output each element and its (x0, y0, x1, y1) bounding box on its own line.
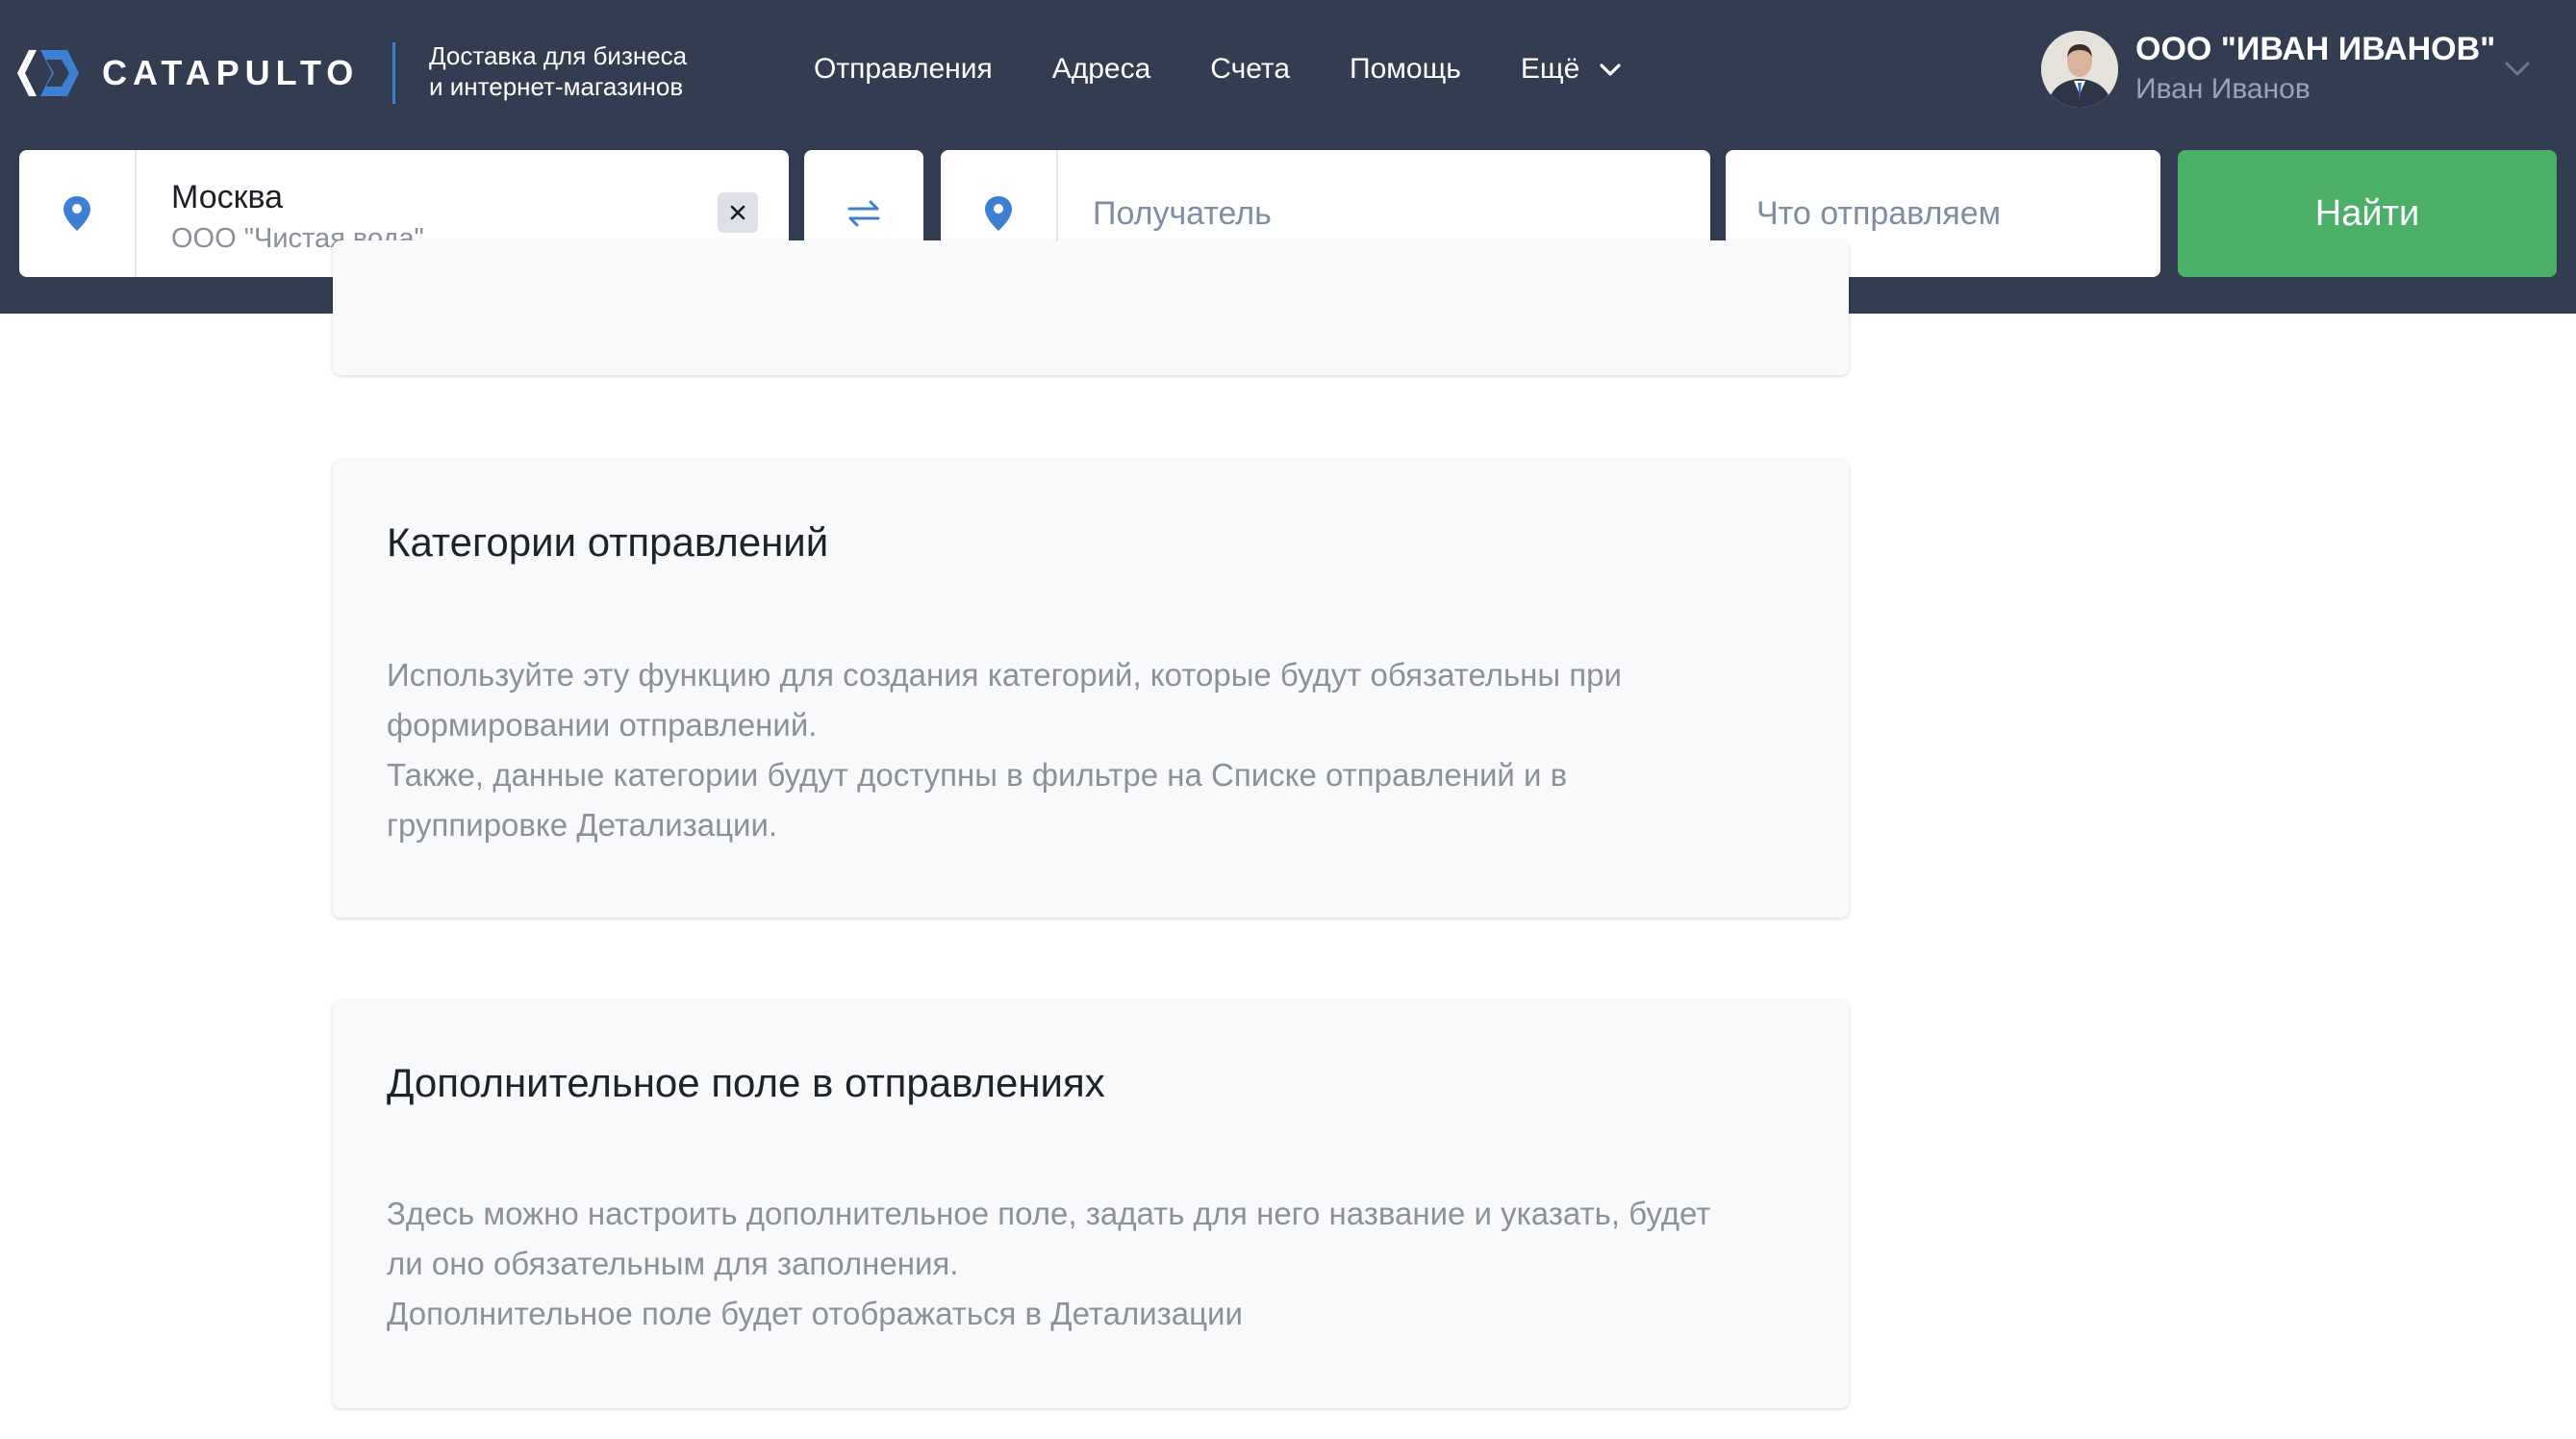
tagline: Доставка для бизнеса и интернет-магазино… (429, 40, 687, 102)
nav-item-label: Счета (1210, 53, 1291, 85)
settings-card-additional-field[interactable]: Дополнительное поле в отправлениях Здесь… (333, 1000, 1849, 1408)
card-description-line: Используйте эту функцию для создания кат… (387, 657, 1622, 693)
card-description-line: ли оно обязательным для заполнения. (387, 1246, 959, 1281)
clear-sender-button[interactable] (718, 192, 758, 233)
card-description-line: Здесь можно настроить дополнительное пол… (387, 1196, 1711, 1231)
top-bar: CATAPULTO Доставка для бизнеса и интерне… (0, 0, 2576, 144)
settings-card-partial (333, 240, 1849, 375)
card-description-line: Дополнительное поле будет отображаться в… (387, 1296, 1243, 1331)
nav-item-label: Адреса (1051, 53, 1151, 85)
nav-item-invoices[interactable]: Счета (1210, 48, 1290, 90)
sender-city: Москва (171, 179, 284, 215)
card-title: Дополнительное поле в отправлениях (387, 1060, 1105, 1105)
profile-user: Иван Иванов (2135, 73, 2311, 105)
main-nav: Отправления Адреса Счета Помощь Ещё (814, 48, 1683, 90)
nav-item-shipments[interactable]: Отправления (814, 48, 993, 90)
find-button[interactable]: Найти (2178, 150, 2557, 277)
card-title: Категории отправлений (387, 519, 829, 565)
card-description-line: группировке Детализации. (387, 807, 778, 843)
nav-item-addresses[interactable]: Адреса (1052, 48, 1151, 90)
profile-company: ООО "ИВАН ИВАНОВ" (2135, 31, 2496, 67)
location-pin-icon (985, 196, 1012, 231)
nav-item-label: Ещё (1520, 53, 1580, 85)
logo-text: CATAPULTO (102, 53, 360, 92)
avatar-image (2041, 31, 2118, 108)
catapulto-logo-icon (17, 50, 79, 96)
nav-item-label: Отправления (814, 53, 993, 85)
card-description: Здесь можно настроить дополнительное пол… (387, 1189, 1810, 1339)
logo-divider (392, 42, 395, 104)
tagline-line-2: и интернет-магазинов (429, 72, 684, 101)
card-description-line: Также, данные категории будут доступны в… (387, 757, 1568, 793)
logo[interactable]: CATAPULTO (17, 40, 359, 106)
avatar (2041, 31, 2118, 108)
nav-item-label: Помощь (1350, 53, 1461, 85)
sender-pin-cell (19, 150, 137, 277)
tagline-line-1: Доставка для бизнеса (429, 41, 688, 70)
location-pin-icon (63, 196, 90, 231)
swap-arrows-icon (847, 200, 880, 227)
card-description-line: формировании отправлений. (387, 707, 818, 743)
settings-card-shipment-categories[interactable]: Категории отправлений Используйте эту фу… (333, 460, 1849, 918)
chevron-down-icon[interactable] (2501, 52, 2534, 85)
profile-menu[interactable]: ООО "ИВАН ИВАНОВ" Иван Иванов (2041, 29, 2561, 110)
nav-item-help[interactable]: Помощь (1350, 48, 1461, 90)
close-icon (730, 205, 745, 220)
chevron-down-icon (1600, 63, 1621, 76)
nav-item-more[interactable]: Ещё (1521, 48, 1624, 90)
card-description: Используйте эту функцию для создания кат… (387, 650, 1810, 850)
